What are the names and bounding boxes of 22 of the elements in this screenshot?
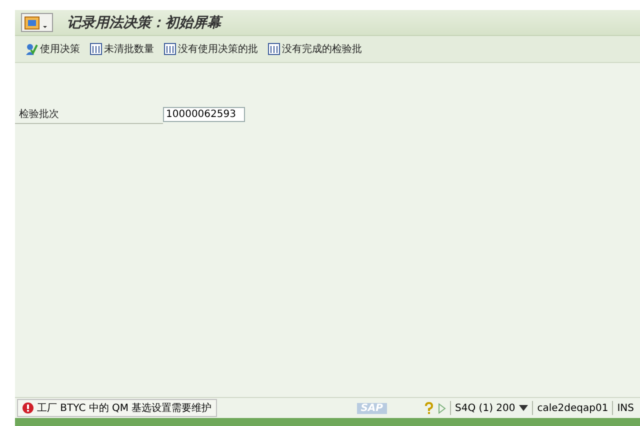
dropdown-icon xyxy=(519,405,528,411)
status-message[interactable]: 工厂 BTYC 中的 QM 基选设置需要维护 xyxy=(17,399,217,417)
message-text: 工厂 BTYC 中的 QM 基选设置需要维护 xyxy=(37,402,212,415)
checkmark-person-icon xyxy=(25,42,38,56)
table-icon xyxy=(268,43,280,55)
toolbar-button[interactable]: 使用决策 xyxy=(25,42,80,56)
menu-icon xyxy=(24,14,50,30)
help-icon xyxy=(424,402,434,414)
sap-logo: SAP xyxy=(356,402,388,414)
toolbar-button[interactable]: 没有完成的检验批 xyxy=(268,42,362,56)
insert-mode: INS xyxy=(617,402,634,414)
window-title: 记录用法决策：初始屏幕 xyxy=(67,14,221,32)
table-icon xyxy=(164,43,176,55)
system-info[interactable]: S4Q (1) 200 xyxy=(455,402,516,414)
toolbar-button[interactable]: 未清批数量 xyxy=(90,42,154,56)
server-name: cale2deqap01 xyxy=(537,402,608,414)
table-icon xyxy=(90,43,102,55)
play-icon xyxy=(438,402,446,414)
toolbar-button[interactable]: 没有使用决策的批 xyxy=(164,42,258,56)
menu-button[interactable] xyxy=(21,13,53,32)
input-field[interactable]: 10000062593 xyxy=(163,107,245,122)
field-label: 检验批次 xyxy=(15,105,163,124)
